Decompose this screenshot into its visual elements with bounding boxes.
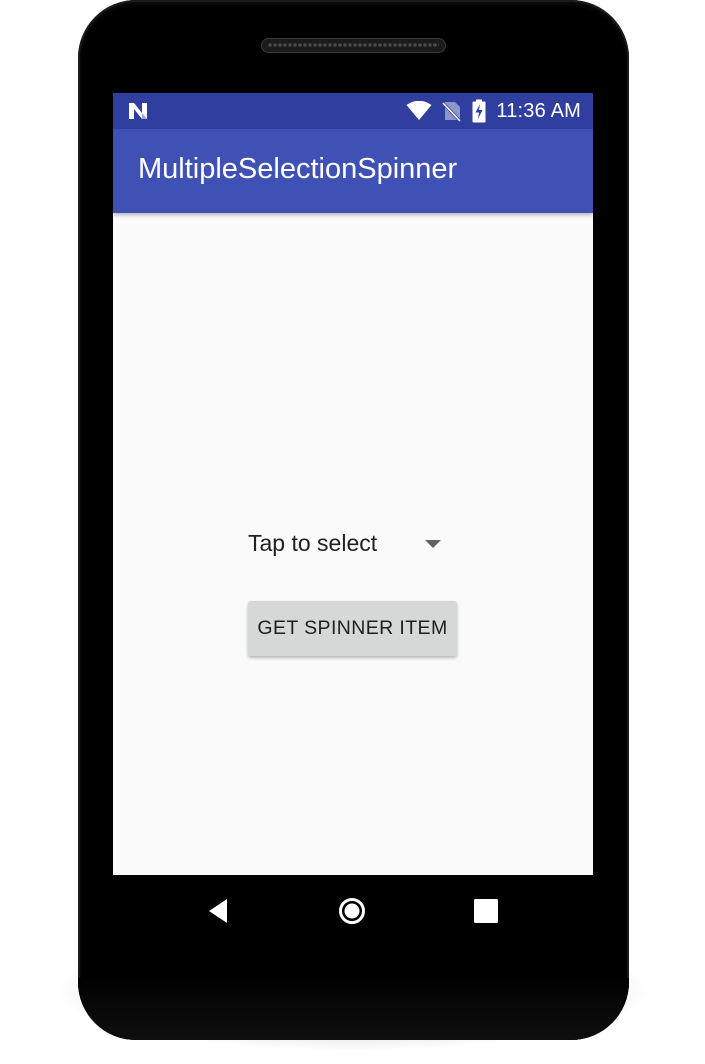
app-title: MultipleSelectionSpinner (138, 153, 458, 185)
no-sim-icon (442, 101, 462, 122)
back-icon[interactable] (202, 893, 238, 929)
recents-icon[interactable] (469, 893, 505, 929)
speaker-grille (268, 42, 439, 49)
status-time: 11:36 AM (496, 99, 581, 122)
dropdown-arrow-icon (425, 540, 441, 548)
android-n-icon (129, 103, 147, 119)
home-icon[interactable] (335, 893, 371, 929)
app-bar: MultipleSelectionSpinner (113, 129, 593, 213)
multi-select-spinner[interactable]: Tap to select (241, 519, 446, 567)
phone-bottom-bezel (78, 978, 629, 1040)
earpiece-speaker (261, 38, 446, 53)
battery-charging-icon (472, 99, 486, 123)
main-content: Tap to select GET SPINNER ITEM (113, 213, 593, 875)
wifi-icon (406, 101, 432, 120)
status-right-group: 11:36 AM (406, 93, 581, 129)
navigation-bar (113, 875, 593, 947)
status-bar: 11:36 AM (113, 93, 593, 129)
device-screen: 11:36 AM MultipleSelectionSpinner Tap to… (113, 93, 593, 875)
get-spinner-item-button[interactable]: GET SPINNER ITEM (248, 601, 457, 656)
spinner-label: Tap to select (248, 530, 378, 556)
device-mockup: 11:36 AM MultipleSelectionSpinner Tap to… (0, 0, 705, 1064)
